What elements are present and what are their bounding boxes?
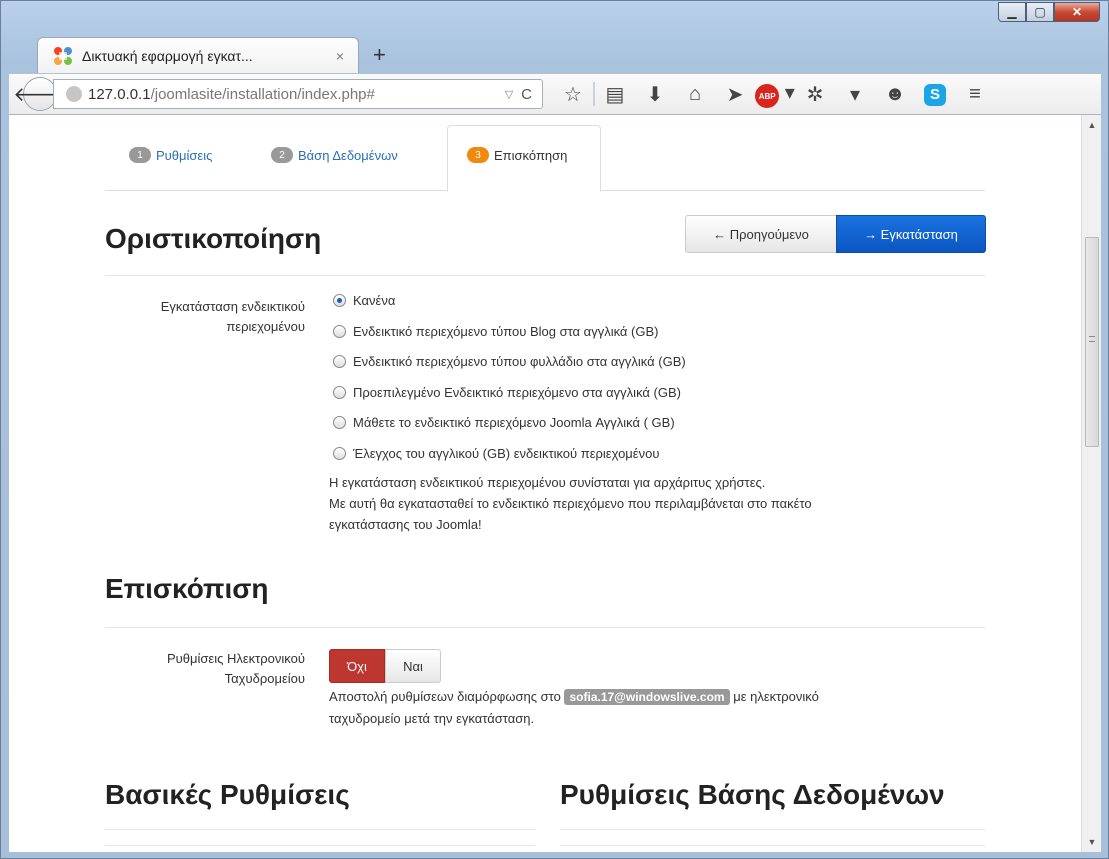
email-settings-label: Ρυθμίσεις Ηλεκτρονικού Ταχυδρομείου — [105, 649, 305, 689]
extension-icon[interactable]: ✲ — [795, 82, 835, 107]
help-line: Η εγκατάσταση ενδεικτικού περιεχομένου σ… — [329, 475, 766, 490]
maximize-button[interactable]: ▢ — [1026, 2, 1054, 22]
adblock-badge: ABP — [755, 84, 780, 109]
downloads-icon[interactable]: ⬇ — [635, 82, 675, 107]
label-line: Εγκατάσταση ενδεικτικού — [160, 299, 305, 314]
email-address-badge: sofia.17@windowslive.com — [564, 689, 730, 705]
reading-list-icon[interactable]: ▤ — [595, 82, 635, 107]
sample-option-brochure[interactable]: Ενδεικτικό περιεχόμενο τύπου φυλλάδιο στ… — [333, 354, 686, 369]
chat-icon[interactable]: ☻ — [875, 83, 915, 106]
radio-button[interactable] — [333, 325, 346, 338]
step-overview[interactable]: 3 Επισκόπηση — [467, 147, 567, 163]
back-button[interactable]: 🡐 — [13, 77, 67, 111]
tab-title: Δικτυακή εφαρμογή εγκατ... — [82, 47, 253, 64]
email-text-after: με ηλεκτρονικό — [733, 689, 819, 704]
label-line: περιεχομένου — [226, 319, 305, 334]
tab-close-icon[interactable]: × — [336, 48, 344, 64]
sample-data-help: Η εγκατάσταση ενδεικτικού περιεχομένου σ… — [329, 472, 989, 535]
sample-option-blog[interactable]: Ενδεικτικό περιεχόμενο τύπου Blog στα αγ… — [333, 324, 659, 339]
minimize-button[interactable]: ▁ — [998, 2, 1026, 22]
sample-option-learn[interactable]: Μάθετε το ενδεικτικό περιεχόμενο Joomla … — [333, 415, 675, 430]
divider — [560, 829, 985, 830]
divider — [560, 845, 985, 846]
step-number: 2 — [271, 147, 293, 163]
browser-tab[interactable]: Δικτυακή εφαρμογή εγκατ... × — [37, 37, 359, 73]
step-label: Ρυθμίσεις — [156, 147, 213, 163]
home-icon[interactable]: ⌂ — [675, 83, 715, 106]
help-line: Με αυτή θα εγκατασταθεί το ενδεικτικό πε… — [329, 496, 812, 511]
option-label: Έλεγχος του αγγλικού (GB) ενδεικτικού πε… — [353, 446, 660, 461]
previous-button[interactable]: ← Προηγούμενο — [685, 215, 837, 253]
step-database[interactable]: 2 Βάση Δεδομένων — [271, 147, 398, 163]
joomla-logo-icon — [54, 46, 72, 65]
toolbar-icons: ☆ ▤ ⬇ ⌂ ➤ ABP ▾ ✲ ▾ ☻ S ≡ — [553, 80, 995, 109]
radio-button[interactable] — [333, 294, 346, 307]
browser-window: ▁ ▢ ✕ Δικτυακή εφαρμογή εγκατ... × + 🡐 1… — [0, 0, 1109, 859]
option-label: Κανένα — [353, 293, 396, 308]
help-line: εγκατάστασης του Joomla! — [329, 517, 482, 532]
radio-button[interactable] — [333, 386, 346, 399]
sample-option-default[interactable]: Προεπιλεγμένο Ενδεικτικό περιεχόμενο στα… — [333, 385, 681, 400]
history-dropdown-icon[interactable]: ▽ — [505, 88, 513, 101]
vertical-scrollbar[interactable]: ▲ ▼ — [1081, 115, 1101, 852]
divider — [105, 275, 985, 276]
extension-dropdown-icon[interactable]: ▾ — [835, 82, 875, 107]
reload-icon[interactable]: C — [521, 86, 532, 103]
site-identity-icon[interactable] — [66, 86, 82, 102]
option-label: Ενδεικτικό περιεχόμενο τύπου Blog στα αγ… — [353, 324, 659, 339]
overview-heading: Επισκόπιση — [105, 573, 269, 604]
basic-settings-heading: Βασικές Ρυθμίσεις — [105, 779, 350, 810]
label-line: Ταχυδρομείου — [224, 671, 305, 686]
toggle-no-button[interactable]: Όχι — [329, 649, 385, 683]
install-button[interactable]: → Εγκατάσταση — [836, 215, 986, 253]
close-window-button[interactable]: ✕ — [1054, 2, 1100, 22]
navigation-toolbar: 🡐 127.0.0.1/joomlasite/installation/inde… — [9, 73, 1101, 115]
email-toggle: Όχι Ναι — [329, 649, 441, 683]
send-icon[interactable]: ➤ — [715, 82, 755, 107]
bookmark-star-icon[interactable]: ☆ — [553, 82, 593, 107]
scroll-up-arrow-icon[interactable]: ▲ — [1082, 117, 1102, 133]
sample-option-testing[interactable]: Έλεγχος του αγγλικού (GB) ενδεικτικού πε… — [333, 446, 659, 461]
finalize-heading: Οριστικοποίηση — [105, 223, 322, 254]
radio-button[interactable] — [333, 355, 346, 368]
window-controls: ▁ ▢ ✕ — [998, 2, 1100, 22]
scroll-down-arrow-icon[interactable]: ▼ — [1082, 834, 1102, 850]
title-bar: ▁ ▢ ✕ — [1, 1, 1108, 37]
step-settings[interactable]: 1 Ρυθμίσεις — [129, 147, 212, 163]
step-number: 3 — [467, 147, 489, 163]
step-label: Επισκόπηση — [494, 147, 568, 163]
db-settings-heading: Ρυθμίσεις Βάσης Δεδομένων — [560, 779, 945, 810]
email-help: Αποστολή ρυθμίσεων διαμόρφωσης στο sofia… — [329, 686, 989, 729]
email-text-before: Αποστολή ρυθμίσεων διαμόρφωσης στο — [329, 689, 561, 704]
radio-button[interactable] — [333, 416, 346, 429]
skype-badge: S — [924, 83, 946, 106]
step-label: Βάση Δεδομένων — [298, 147, 398, 163]
toggle-yes-button[interactable]: Ναι — [385, 649, 441, 683]
grip-icon — [1089, 336, 1095, 342]
skype-icon[interactable]: S — [915, 82, 955, 106]
help-line: Αποστολή ρυθμίσεων διαμόρφωσης στο sofia… — [329, 686, 989, 708]
url-bar[interactable]: 127.0.0.1/joomlasite/installation/index.… — [53, 79, 543, 109]
page-viewport: 1 Ρυθμίσεις 2 Βάση Δεδομένων 3 Επισκόπησ… — [9, 115, 1081, 852]
option-label: Προεπιλεγμένο Ενδεικτικό περιεχόμενο στα… — [353, 385, 681, 400]
option-label: Ενδεικτικό περιεχόμενο τύπου φυλλάδιο στ… — [353, 354, 686, 369]
url-host: 127.0.0.1 — [88, 85, 151, 103]
option-label: Μάθετε το ενδεικτικό περιεχόμενο Joomla … — [353, 415, 675, 430]
divider — [105, 627, 985, 628]
url-path: /joomlasite/installation/index.php# — [150, 85, 375, 103]
adblock-icon[interactable]: ABP ▾ — [755, 80, 795, 109]
step-number: 1 — [129, 147, 151, 163]
divider — [105, 845, 535, 846]
sample-data-label: Εγκατάσταση ενδεικτικού περιεχομένου — [105, 297, 305, 337]
divider — [105, 829, 535, 830]
help-line: ταχυδρομείο μετά την εγκατάσταση. — [329, 711, 535, 726]
label-line: Ρυθμίσεις Ηλεκτρονικού — [167, 651, 305, 666]
menu-icon[interactable]: ≡ — [955, 83, 995, 106]
install-steps: 1 Ρυθμίσεις 2 Βάση Δεδομένων 3 Επισκόπησ… — [105, 125, 985, 192]
scrollbar-thumb[interactable] — [1085, 237, 1099, 447]
sample-option-none[interactable]: Κανένα — [333, 293, 395, 308]
new-tab-button[interactable]: + — [373, 44, 386, 66]
url-text: 127.0.0.1/joomlasite/installation/index.… — [88, 86, 505, 103]
radio-button[interactable] — [333, 447, 346, 460]
